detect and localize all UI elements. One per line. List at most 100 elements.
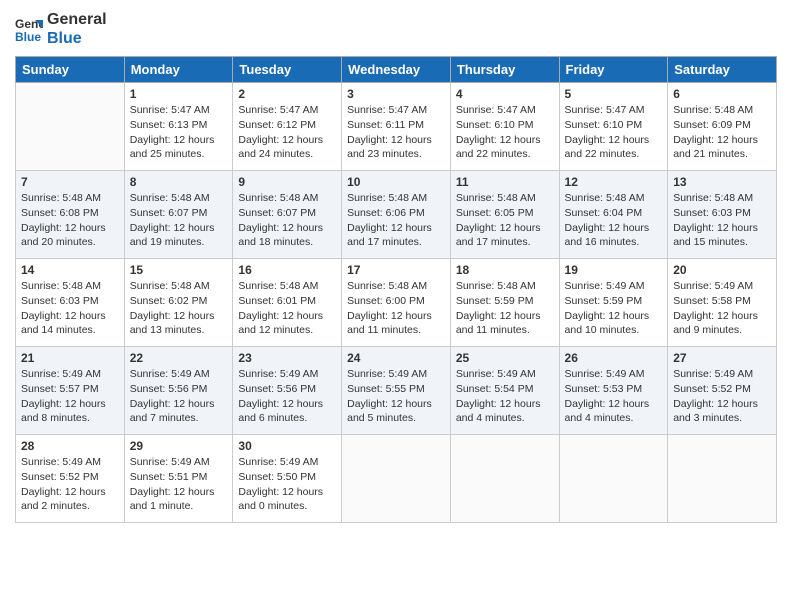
day-number: 3 [347,87,445,101]
calendar-cell: 28 Sunrise: 5:49 AM Sunset: 5:52 PM Dayli… [16,435,125,523]
day-info: Sunrise: 5:49 AM Sunset: 5:54 PM Dayligh… [456,367,554,426]
svg-text:General: General [15,17,43,31]
weekday-header-friday: Friday [559,57,668,83]
logo: General Blue General Blue [15,10,107,48]
calendar-cell [668,435,777,523]
weekday-header-wednesday: Wednesday [342,57,451,83]
calendar-cell: 16 Sunrise: 5:48 AM Sunset: 6:01 PM Dayli… [233,259,342,347]
day-info: Sunrise: 5:49 AM Sunset: 5:52 PM Dayligh… [21,455,119,514]
day-number: 8 [130,175,228,189]
logo-blue: Blue [47,29,107,48]
calendar-cell [16,83,125,171]
calendar-cell: 15 Sunrise: 5:48 AM Sunset: 6:02 PM Dayli… [124,259,233,347]
day-info: Sunrise: 5:48 AM Sunset: 5:59 PM Dayligh… [456,279,554,338]
day-info: Sunrise: 5:49 AM Sunset: 5:55 PM Dayligh… [347,367,445,426]
day-number: 16 [238,263,336,277]
day-number: 21 [21,351,119,365]
calendar-cell: 9 Sunrise: 5:48 AM Sunset: 6:07 PM Daylig… [233,171,342,259]
day-number: 2 [238,87,336,101]
day-info: Sunrise: 5:49 AM Sunset: 5:56 PM Dayligh… [238,367,336,426]
day-number: 30 [238,439,336,453]
day-info: Sunrise: 5:47 AM Sunset: 6:12 PM Dayligh… [238,103,336,162]
weekday-header-thursday: Thursday [450,57,559,83]
day-info: Sunrise: 5:48 AM Sunset: 6:09 PM Dayligh… [673,103,771,162]
calendar-cell: 1 Sunrise: 5:47 AM Sunset: 6:13 PM Daylig… [124,83,233,171]
day-number: 20 [673,263,771,277]
weekday-header-monday: Monday [124,57,233,83]
day-number: 5 [565,87,663,101]
calendar-table: SundayMondayTuesdayWednesdayThursdayFrid… [15,56,777,523]
day-number: 17 [347,263,445,277]
day-info: Sunrise: 5:49 AM Sunset: 5:57 PM Dayligh… [21,367,119,426]
calendar-cell: 29 Sunrise: 5:49 AM Sunset: 5:51 PM Dayli… [124,435,233,523]
day-number: 27 [673,351,771,365]
calendar-cell: 12 Sunrise: 5:48 AM Sunset: 6:04 PM Dayli… [559,171,668,259]
calendar-cell: 25Sunrise: 5:49 AM Sunset: 5:54 PM Dayli… [450,347,559,435]
day-info: Sunrise: 5:49 AM Sunset: 5:51 PM Dayligh… [130,455,228,514]
calendar-cell: 17 Sunrise: 5:48 AM Sunset: 6:00 PM Dayli… [342,259,451,347]
calendar-cell: 19Sunrise: 5:49 AM Sunset: 5:59 PM Dayli… [559,259,668,347]
calendar-cell: 30 Sunrise: 5:49 AM Sunset: 5:50 PM Dayli… [233,435,342,523]
svg-text:Blue: Blue [15,30,41,43]
day-info: Sunrise: 5:49 AM Sunset: 5:59 PM Dayligh… [565,279,663,338]
calendar-cell: 26 Sunrise: 5:49 AM Sunset: 5:53 PM Dayli… [559,347,668,435]
logo-general: General [47,10,107,29]
weekday-header-tuesday: Tuesday [233,57,342,83]
day-number: 14 [21,263,119,277]
calendar-cell: 14Sunrise: 5:48 AM Sunset: 6:03 PM Dayli… [16,259,125,347]
calendar-cell: 3Sunrise: 5:47 AM Sunset: 6:11 PM Daylig… [342,83,451,171]
day-info: Sunrise: 5:48 AM Sunset: 6:00 PM Dayligh… [347,279,445,338]
logo-icon: General Blue [15,15,43,43]
day-number: 26 [565,351,663,365]
header: General Blue General Blue [15,10,777,48]
day-number: 4 [456,87,554,101]
weekday-header-sunday: Sunday [16,57,125,83]
day-info: Sunrise: 5:47 AM Sunset: 6:10 PM Dayligh… [456,103,554,162]
day-number: 29 [130,439,228,453]
day-number: 6 [673,87,771,101]
day-info: Sunrise: 5:48 AM Sunset: 6:07 PM Dayligh… [238,191,336,250]
day-info: Sunrise: 5:48 AM Sunset: 6:01 PM Dayligh… [238,279,336,338]
day-info: Sunrise: 5:48 AM Sunset: 6:02 PM Dayligh… [130,279,228,338]
calendar-cell: 10 Sunrise: 5:48 AM Sunset: 6:06 PM Dayli… [342,171,451,259]
day-info: Sunrise: 5:47 AM Sunset: 6:10 PM Dayligh… [565,103,663,162]
day-number: 12 [565,175,663,189]
calendar-cell: 6 Sunrise: 5:48 AM Sunset: 6:09 PM Daylig… [668,83,777,171]
day-number: 23 [238,351,336,365]
calendar-cell: 8Sunrise: 5:48 AM Sunset: 6:07 PM Daylig… [124,171,233,259]
day-info: Sunrise: 5:49 AM Sunset: 5:53 PM Dayligh… [565,367,663,426]
week-row-3: 14Sunrise: 5:48 AM Sunset: 6:03 PM Dayli… [16,259,777,347]
day-info: Sunrise: 5:49 AM Sunset: 5:50 PM Dayligh… [238,455,336,514]
day-number: 15 [130,263,228,277]
calendar-cell: 18 Sunrise: 5:48 AM Sunset: 5:59 PM Dayli… [450,259,559,347]
week-row-4: 21 Sunrise: 5:49 AM Sunset: 5:57 PM Dayli… [16,347,777,435]
day-info: Sunrise: 5:48 AM Sunset: 6:04 PM Dayligh… [565,191,663,250]
calendar-page: General Blue General Blue SundayMondayTu… [0,0,792,612]
day-info: Sunrise: 5:47 AM Sunset: 6:13 PM Dayligh… [130,103,228,162]
calendar-cell: 2 Sunrise: 5:47 AM Sunset: 6:12 PM Daylig… [233,83,342,171]
day-number: 9 [238,175,336,189]
day-info: Sunrise: 5:48 AM Sunset: 6:06 PM Dayligh… [347,191,445,250]
day-number: 28 [21,439,119,453]
day-number: 1 [130,87,228,101]
day-number: 24 [347,351,445,365]
weekday-header-saturday: Saturday [668,57,777,83]
day-number: 22 [130,351,228,365]
day-number: 13 [673,175,771,189]
week-row-5: 28 Sunrise: 5:49 AM Sunset: 5:52 PM Dayli… [16,435,777,523]
calendar-cell: 22Sunrise: 5:49 AM Sunset: 5:56 PM Dayli… [124,347,233,435]
day-number: 10 [347,175,445,189]
calendar-cell: 13 Sunrise: 5:48 AM Sunset: 6:03 PM Dayli… [668,171,777,259]
day-info: Sunrise: 5:49 AM Sunset: 5:58 PM Dayligh… [673,279,771,338]
calendar-cell [342,435,451,523]
day-info: Sunrise: 5:48 AM Sunset: 6:03 PM Dayligh… [673,191,771,250]
weekday-header-row: SundayMondayTuesdayWednesdayThursdayFrid… [16,57,777,83]
day-info: Sunrise: 5:48 AM Sunset: 6:05 PM Dayligh… [456,191,554,250]
calendar-cell: 11Sunrise: 5:48 AM Sunset: 6:05 PM Dayli… [450,171,559,259]
calendar-cell [450,435,559,523]
calendar-cell: 23 Sunrise: 5:49 AM Sunset: 5:56 PM Dayli… [233,347,342,435]
calendar-cell: 5 Sunrise: 5:47 AM Sunset: 6:10 PM Daylig… [559,83,668,171]
day-number: 18 [456,263,554,277]
week-row-2: 7Sunrise: 5:48 AM Sunset: 6:08 PM Daylig… [16,171,777,259]
day-info: Sunrise: 5:49 AM Sunset: 5:52 PM Dayligh… [673,367,771,426]
